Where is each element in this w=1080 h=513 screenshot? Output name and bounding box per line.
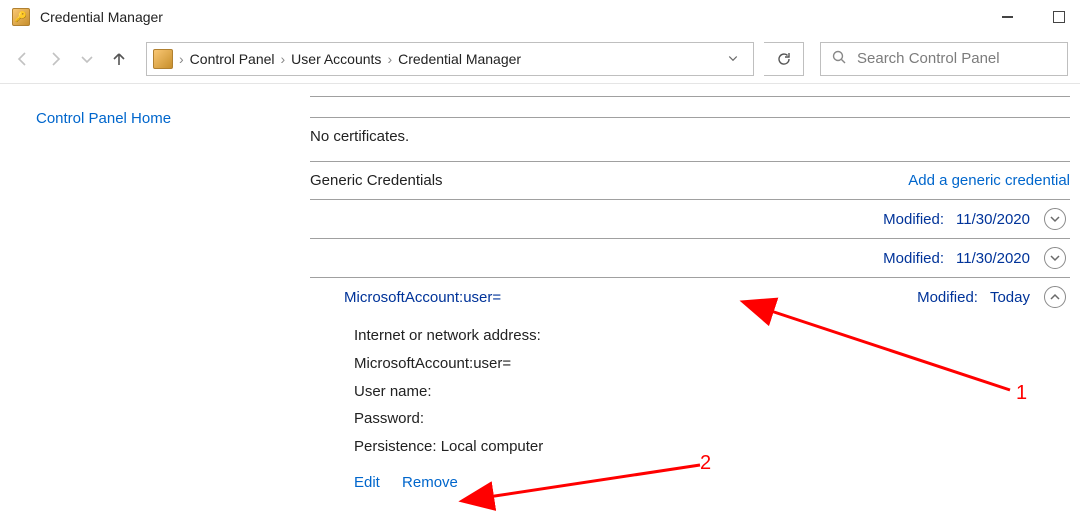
breadcrumb-item[interactable]: Credential Manager <box>398 51 521 67</box>
chevron-right-icon[interactable]: › <box>179 51 184 67</box>
app-icon: 🔑 <box>12 8 30 26</box>
chevron-right-icon: › <box>387 51 392 67</box>
search-icon <box>831 49 847 68</box>
expand-button[interactable] <box>1044 247 1066 269</box>
certificates-section-header <box>310 96 1070 118</box>
address-bar-icon <box>153 49 173 69</box>
up-button[interactable] <box>108 48 130 70</box>
window-title: Credential Manager <box>40 9 163 25</box>
minimize-button[interactable] <box>994 4 1020 30</box>
add-generic-credential-link[interactable]: Add a generic credential <box>908 172 1070 189</box>
annotation-2: 2 <box>700 452 711 475</box>
remove-link[interactable]: Remove <box>402 474 458 491</box>
credential-row[interactable]: Modified: 11/30/2020 <box>310 239 1070 278</box>
password-line: Password: <box>354 405 1070 433</box>
forward-button[interactable] <box>44 48 66 70</box>
username-line: User name: <box>354 378 1070 406</box>
breadcrumb-item[interactable]: Control Panel <box>190 51 275 67</box>
recent-dropdown-icon[interactable] <box>76 48 98 70</box>
collapse-button[interactable] <box>1044 286 1066 308</box>
credential-row[interactable]: Modified: 11/30/2020 <box>310 200 1070 239</box>
modified-date: 11/30/2020 <box>956 211 1030 228</box>
breadcrumb: Control Panel › User Accounts › Credenti… <box>190 51 713 67</box>
generic-credentials-title: Generic Credentials <box>310 172 443 189</box>
chevron-right-icon: › <box>281 51 286 67</box>
nav-bar: › Control Panel › User Accounts › Creden… <box>0 34 1080 84</box>
address-line: Internet or network address: MicrosoftAc… <box>354 322 1070 378</box>
address-dropdown-icon[interactable] <box>719 51 747 67</box>
modified-date: 11/30/2020 <box>956 250 1030 267</box>
search-input[interactable] <box>857 50 1057 67</box>
expand-button[interactable] <box>1044 208 1066 230</box>
credential-details: Internet or network address: MicrosoftAc… <box>310 316 1070 497</box>
title-bar: 🔑 Credential Manager <box>0 0 1080 34</box>
modified-date: Today <box>990 289 1030 306</box>
annotation-1: 1 <box>1016 382 1027 405</box>
persistence-line: Persistence: Local computer <box>354 433 1070 461</box>
refresh-button[interactable] <box>764 42 804 76</box>
back-button[interactable] <box>12 48 34 70</box>
credential-row-expanded[interactable]: MicrosoftAccount:user= Modified: Today <box>310 278 1070 316</box>
modified-label: Modified: <box>883 250 944 267</box>
address-bar[interactable]: › Control Panel › User Accounts › Creden… <box>146 42 754 76</box>
window-controls <box>994 4 1072 30</box>
maximize-button[interactable] <box>1046 4 1072 30</box>
edit-link[interactable]: Edit <box>354 474 380 491</box>
search-box[interactable] <box>820 42 1068 76</box>
control-panel-home-link[interactable]: Control Panel Home <box>36 110 171 127</box>
credential-name: MicrosoftAccount:user= <box>310 289 501 306</box>
no-certificates-text: No certificates. <box>310 118 1070 161</box>
breadcrumb-item[interactable]: User Accounts <box>291 51 381 67</box>
modified-label: Modified: <box>917 289 978 306</box>
main-content: No certificates. Generic Credentials Add… <box>310 84 1080 497</box>
generic-credentials-header: Generic Credentials Add a generic creden… <box>310 161 1070 200</box>
modified-label: Modified: <box>883 211 944 228</box>
sidebar: Control Panel Home <box>0 84 310 497</box>
